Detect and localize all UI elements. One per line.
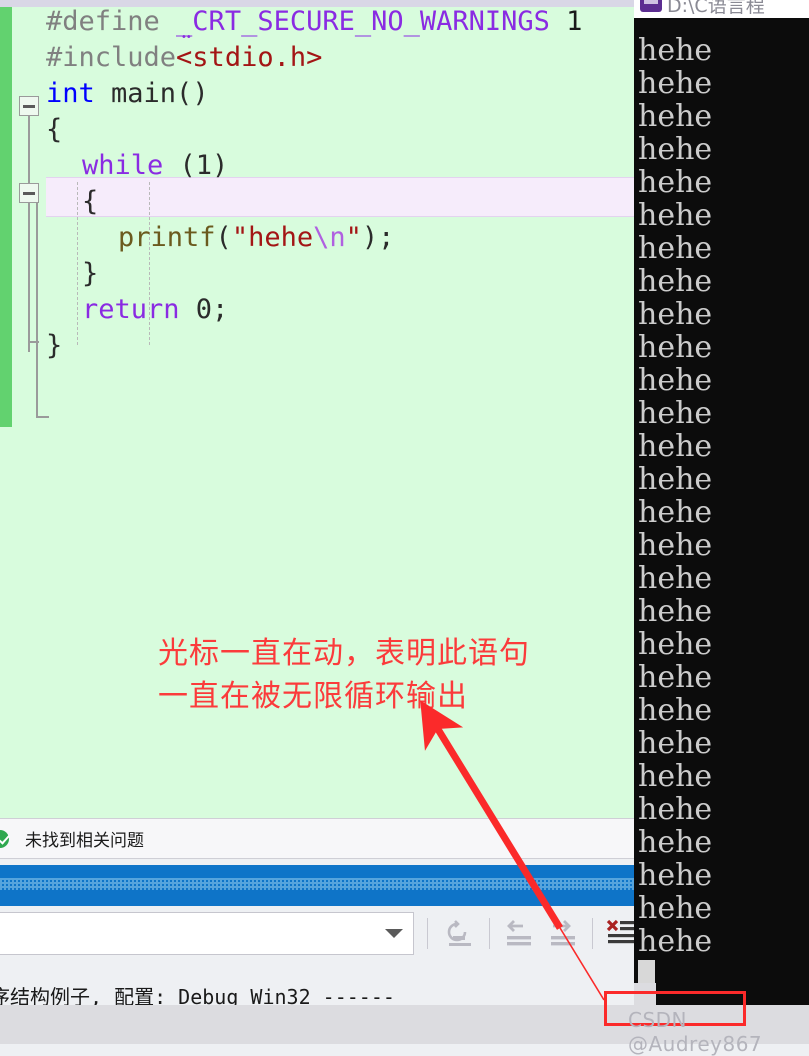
console-output-line: hehe	[638, 528, 713, 563]
code-token: {	[46, 114, 63, 145]
output-source-combobox[interactable]	[0, 912, 414, 955]
code-line[interactable]: }	[46, 328, 640, 364]
code-line[interactable]: int main()	[46, 76, 640, 112]
go-to-source-icon[interactable]	[443, 918, 483, 949]
code-line[interactable]: #include<stdio.h>	[46, 40, 640, 76]
console-output-line: hehe	[638, 792, 713, 827]
console-output-line: hehe	[638, 495, 713, 530]
console-app-icon	[640, 0, 662, 12]
fold-toggle-main-icon[interactable]	[19, 96, 39, 116]
console-output-line: hehe	[638, 231, 713, 266]
code-editor-pane[interactable]: #define _CRT_SECURE_NO_WARNINGS 1 #includ…	[0, 0, 640, 818]
code-token: }	[82, 258, 99, 289]
console-output-line: hehe	[638, 264, 713, 299]
console-output-line: hehe	[638, 363, 713, 398]
fold-bracket-main	[28, 116, 30, 190]
annotation-text: 光标一直在动，表明此语句 一直在被无限循环输出	[158, 636, 530, 714]
console-output-line: hehe	[638, 132, 713, 167]
console-output-line: hehe	[638, 462, 713, 497]
console-title-bar[interactable]: D:\C语言程	[634, 0, 809, 18]
code-token: "	[345, 222, 362, 253]
code-token: }	[46, 330, 63, 361]
green-check-circle-icon	[0, 830, 9, 848]
code-token: #define	[46, 6, 177, 37]
console-output-line: hehe	[638, 297, 713, 332]
toolbar-separator	[489, 918, 490, 949]
console-output-line: hehe	[638, 429, 713, 464]
watermark-text: CSDN @Audrey867	[628, 1008, 763, 1056]
console-output-line: hehe	[638, 99, 713, 134]
suggestion-squiggle-icon: ••	[182, 31, 192, 43]
code-line[interactable]: #define _CRT_SECURE_NO_WARNINGS 1	[46, 4, 640, 40]
fold-toggle-while-icon[interactable]	[19, 183, 39, 203]
code-token: "hehe	[231, 222, 314, 253]
code-token: <stdio.h>	[176, 42, 323, 73]
editor-outlining-gutter[interactable]	[12, 7, 49, 427]
code-line[interactable]: {	[46, 112, 640, 148]
code-text[interactable]: #define _CRT_SECURE_NO_WARNINGS 1 #includ…	[46, 0, 640, 440]
code-line[interactable]: printf("hehe\n");	[46, 220, 640, 256]
console-output-line: hehe	[638, 66, 713, 101]
code-line[interactable]: {	[46, 184, 640, 220]
console-output-line: hehe	[638, 396, 713, 431]
console-window[interactable]: D:\C语言程 hehe hehe hehe hehe hehe hehe hehe hehe…	[634, 0, 809, 1005]
editor-change-indicator-bar	[0, 7, 12, 427]
code-token: (	[215, 222, 232, 253]
code-line[interactable]: while (1)	[46, 148, 640, 184]
code-token: while	[82, 150, 164, 181]
chevron-down-icon[interactable]	[385, 929, 403, 938]
console-output-line: hehe	[638, 891, 713, 926]
code-token: (1)	[163, 150, 229, 181]
code-token: #include	[46, 42, 177, 73]
code-line[interactable]: }	[46, 256, 640, 292]
console-output-line: hehe	[638, 858, 713, 893]
toolbar-separator	[427, 918, 428, 949]
code-token: int	[46, 78, 95, 109]
code-token: \n	[313, 222, 346, 253]
console-output-line: hehe	[638, 825, 713, 860]
code-token: main()	[94, 78, 209, 109]
error-list-status-bar[interactable]: 未找到相关问题	[0, 818, 640, 859]
console-output-line: hehe	[638, 693, 713, 728]
output-toolbar[interactable]	[0, 906, 640, 961]
console-output-line: hehe	[638, 726, 713, 761]
console-output-line: hehe	[638, 660, 713, 695]
fold-bracket-main-tail	[36, 203, 38, 418]
console-output-line: hehe	[638, 924, 713, 959]
console-title-text: D:\C语言程	[667, 0, 765, 17]
toolbar-separator	[592, 918, 593, 949]
tab-focus-dots	[0, 878, 640, 890]
output-window-tab-band[interactable]	[0, 865, 640, 906]
code-line[interactable]: return 0;	[46, 292, 640, 328]
go-to-previous-message-icon[interactable]	[501, 918, 541, 949]
console-output-line: hehe	[638, 627, 713, 662]
code-token: 0;	[179, 294, 229, 325]
console-output-line: hehe	[638, 198, 713, 233]
code-token: _CRT_SECURE_NO_WARNINGS	[176, 6, 550, 37]
code-token: );	[361, 222, 395, 253]
code-token: return	[82, 294, 180, 325]
console-output-area[interactable]: hehe hehe hehe hehe hehe hehe hehe hehe hehe hehe…	[634, 18, 809, 1005]
go-to-next-message-icon[interactable]	[545, 918, 585, 949]
code-token: {	[82, 186, 99, 217]
error-list-status-text: 未找到相关问题	[25, 831, 144, 851]
code-token: 1	[549, 6, 583, 37]
console-output-line: hehe	[638, 759, 713, 794]
console-output-line: hehe	[638, 561, 713, 596]
fold-bracket-while	[28, 203, 30, 352]
console-output-line: hehe	[638, 33, 713, 68]
console-output-line: hehe	[638, 165, 713, 200]
console-output-line: hehe	[638, 330, 713, 365]
code-token: printf	[118, 222, 216, 253]
console-output-line: hehe	[638, 594, 713, 629]
